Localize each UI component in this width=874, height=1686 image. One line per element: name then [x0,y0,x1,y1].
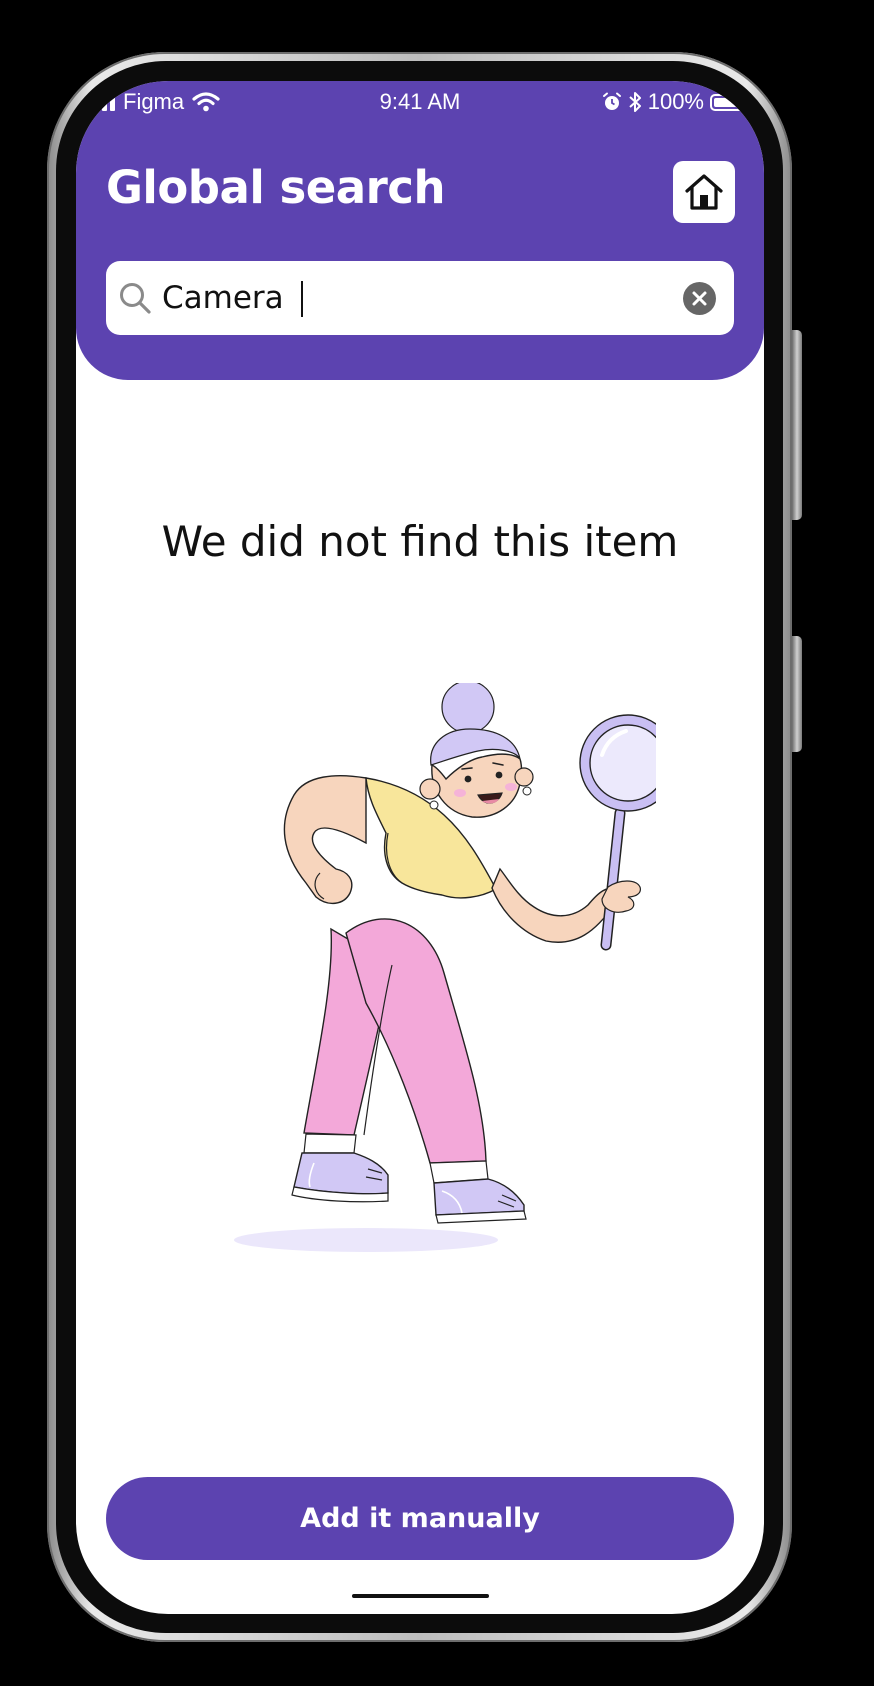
header: Figma 9:41 AM 100% Global search Camera [76,81,764,380]
battery-percent: 100% [647,89,704,114]
home-button[interactable] [673,161,735,223]
alarm-icon [602,92,621,110]
search-icon [120,283,151,314]
empty-state-message: We did not find this item [161,517,679,566]
clear-icon [692,291,707,306]
search-box [106,261,734,335]
phone-side-button-lower [792,636,802,752]
bluetooth-icon [629,92,641,112]
screen: Figma 9:41 AM 100% Global search Camera … [76,81,764,1614]
status-right: 100% [602,89,754,115]
battery-icon [710,93,754,111]
phone-side-button-upper [792,330,802,520]
person-with-magnifying-glass-illustration [234,683,656,1252]
page-title: Global search [106,161,446,214]
status-bar: Figma 9:41 AM 100% [76,81,764,121]
text-caret [301,281,303,317]
home-indicator [352,1594,489,1598]
search-input[interactable] [162,275,662,321]
home-icon [685,174,723,210]
clear-search-button[interactable] [683,282,716,315]
add-manually-button[interactable]: Add it manually [106,1477,734,1560]
